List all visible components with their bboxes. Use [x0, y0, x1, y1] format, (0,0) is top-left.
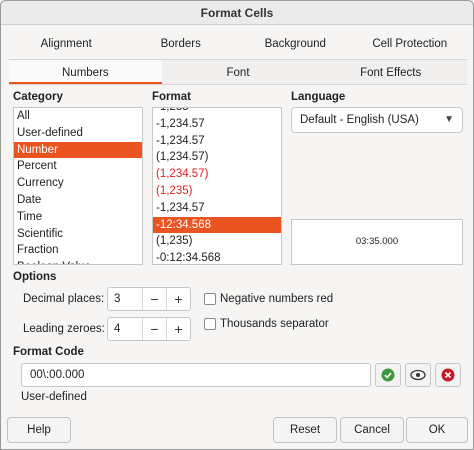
chevron-down-icon: ▼ — [444, 114, 454, 125]
decimal-places-stepper[interactable]: 3 − + — [107, 287, 191, 311]
language-value: Default - English (USA) — [300, 114, 419, 126]
decimal-places-value[interactable]: 3 — [108, 288, 142, 310]
category-item[interactable]: Date — [14, 192, 142, 209]
leading-zeroes-value[interactable]: 4 — [108, 318, 142, 340]
format-item[interactable]: (1,235) — [153, 183, 281, 200]
tab-font-effects[interactable]: Font Effects — [314, 60, 467, 84]
dialog-title: Format Cells — [1, 1, 473, 25]
preview-text: 03:35.000 — [355, 236, 399, 247]
delete-format-button[interactable] — [435, 363, 461, 387]
language-dropdown[interactable]: Default - English (USA) ▼ — [291, 107, 463, 133]
delete-icon — [441, 368, 455, 382]
cancel-button[interactable]: Cancel — [340, 417, 404, 443]
ok-button[interactable]: OK — [406, 417, 468, 443]
negative-red-label: Negative numbers red — [220, 293, 334, 305]
format-type-label: User-defined — [21, 391, 87, 403]
category-item[interactable]: Number — [14, 141, 142, 159]
leading-zeroes-label: Leading zeroes: — [23, 323, 105, 335]
format-item[interactable]: -12:34.568 — [153, 216, 281, 234]
eye-icon — [410, 369, 426, 381]
plus-icon[interactable]: + — [166, 318, 190, 340]
format-item[interactable]: -1,234.57 — [153, 116, 281, 133]
reset-button[interactable]: Reset — [273, 417, 337, 443]
category-item[interactable]: User-defined — [14, 125, 142, 142]
category-item[interactable]: All — [14, 108, 142, 125]
category-list[interactable]: All User-defined Number Percent Currency Date… — [13, 107, 143, 265]
format-cells-dialog: Format Cells Alignment Borders Backgroun… — [0, 0, 474, 450]
add-format-button[interactable] — [375, 363, 401, 387]
edit-comment-button[interactable] — [405, 363, 431, 387]
format-item[interactable]: -1,234.57 — [153, 200, 281, 217]
format-list[interactable]: -1,235 -1,234.57 -1,234.57 (1,234.57) (1,2… — [152, 107, 282, 265]
format-label: Format — [152, 91, 191, 103]
format-item[interactable]: -1,235 — [153, 108, 281, 116]
minus-icon[interactable]: − — [142, 288, 166, 310]
help-button[interactable]: Help — [7, 417, 71, 443]
category-item[interactable]: Percent — [14, 158, 142, 175]
category-item[interactable]: Fraction — [14, 242, 142, 259]
negative-red-checkbox[interactable]: Negative numbers red — [204, 293, 333, 305]
format-code-label: Format Code — [13, 346, 84, 358]
minus-icon[interactable]: − — [142, 318, 166, 340]
leading-zeroes-stepper[interactable]: 4 − + — [107, 317, 191, 341]
tab-font[interactable]: Font — [162, 60, 315, 84]
preview-box: 03:35.000 — [291, 219, 463, 265]
category-label: Category — [13, 91, 63, 103]
category-item[interactable]: Scientific — [14, 226, 142, 243]
format-item[interactable]: -0:12:34.568 — [153, 250, 281, 264]
category-item[interactable]: Boolean Value — [14, 259, 142, 264]
checkbox-icon[interactable] — [204, 293, 216, 305]
language-label: Language — [291, 91, 346, 103]
category-item[interactable]: Time — [14, 209, 142, 226]
thousands-separator-label: Thousands separator — [220, 318, 329, 330]
tab-borders[interactable]: Borders — [124, 31, 239, 57]
format-item[interactable]: (1,235) — [153, 233, 281, 250]
checkbox-icon[interactable] — [204, 318, 216, 330]
format-code-value: 00\:00.000 — [30, 369, 85, 381]
options-label: Options — [13, 271, 57, 283]
plus-icon[interactable]: + — [166, 288, 190, 310]
tab-row-bottom: Numbers Font Font Effects — [9, 59, 467, 85]
tab-numbers[interactable]: Numbers — [9, 60, 162, 84]
tab-background[interactable]: Background — [238, 31, 353, 57]
format-item[interactable]: (1,234.57) — [153, 149, 281, 166]
format-code-input[interactable]: 00\:00.000 — [21, 363, 371, 387]
tab-row-top: Alignment Borders Background Cell Protec… — [9, 31, 467, 57]
tab-alignment[interactable]: Alignment — [9, 31, 124, 57]
tab-cell-protection[interactable]: Cell Protection — [353, 31, 468, 57]
checkmark-icon — [381, 368, 395, 382]
decimal-places-label: Decimal places: — [23, 293, 105, 305]
thousands-separator-checkbox[interactable]: Thousands separator — [204, 318, 329, 330]
format-item[interactable]: -1,234.57 — [153, 133, 281, 150]
category-item[interactable]: Currency — [14, 175, 142, 192]
format-item[interactable]: (1,234.57) — [153, 166, 281, 183]
